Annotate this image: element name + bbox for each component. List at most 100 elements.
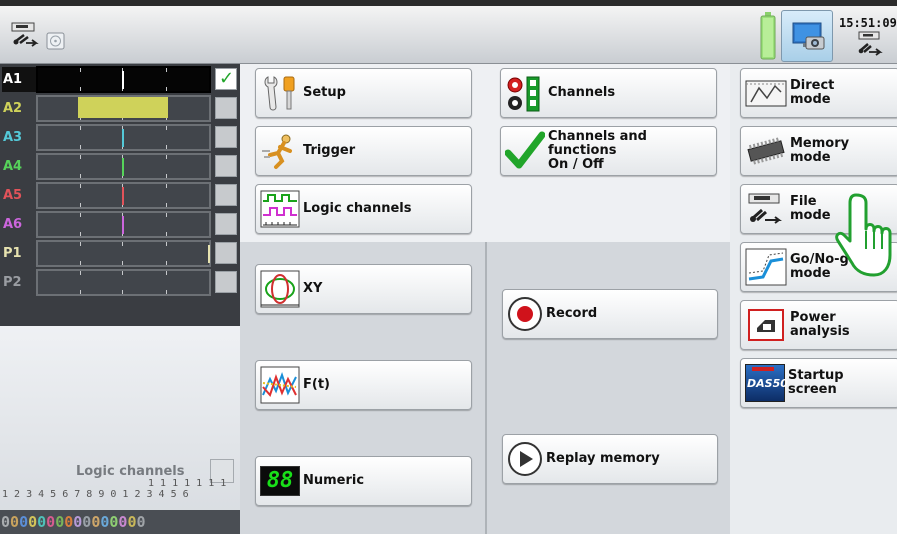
grid-tick bbox=[166, 145, 167, 149]
grid-tick bbox=[80, 203, 81, 207]
logic-bit: 0 bbox=[73, 513, 83, 531]
gonogo-icon bbox=[745, 247, 787, 287]
logic-bit: 0 bbox=[136, 513, 146, 531]
memory-chip-icon bbox=[745, 136, 787, 166]
replay-memory-button[interactable]: Replay memory bbox=[502, 434, 718, 484]
startup-line2: screen bbox=[788, 382, 837, 397]
channel-label: A4 bbox=[3, 159, 23, 174]
logic-bit: 0 bbox=[10, 513, 20, 531]
channel-checkbox[interactable] bbox=[215, 242, 237, 264]
record-button[interactable]: Record bbox=[502, 289, 718, 339]
channels-functions-line1: Channels and functions bbox=[548, 129, 647, 158]
grid-tick bbox=[166, 174, 167, 178]
power-analysis-button[interactable]: Power analysis bbox=[740, 300, 897, 350]
clock-display: 15:51:09 bbox=[839, 16, 897, 30]
numeric-digits: 88 bbox=[266, 468, 294, 493]
numeric-button[interactable]: 88 Numeric bbox=[255, 456, 472, 506]
channel-label: A2 bbox=[3, 101, 23, 116]
channel-trace[interactable] bbox=[36, 211, 211, 238]
channel-trace[interactable] bbox=[36, 66, 211, 93]
grid-tick bbox=[166, 290, 167, 294]
startup-badge: DAS50 bbox=[747, 377, 788, 390]
memory-mode-line2: mode bbox=[790, 150, 831, 165]
channel-checkbox[interactable]: ✓ bbox=[215, 68, 237, 90]
grid-tick bbox=[80, 87, 81, 91]
trigger-icon bbox=[260, 131, 300, 171]
channel-label: A6 bbox=[3, 217, 23, 232]
channel-trace[interactable] bbox=[36, 240, 211, 267]
channel-signal bbox=[122, 216, 124, 234]
channel-row-a6[interactable]: A6 bbox=[0, 209, 240, 240]
xy-button[interactable]: XY bbox=[255, 264, 472, 314]
memory-mode-button[interactable]: Memory mode bbox=[740, 126, 897, 176]
setup-button[interactable]: Setup bbox=[255, 68, 472, 118]
logic-bit: 0 bbox=[28, 513, 38, 531]
channel-trace[interactable] bbox=[36, 182, 211, 209]
channel-row-p2[interactable]: P2 bbox=[0, 267, 240, 298]
record-icon bbox=[507, 296, 543, 332]
channel-checkbox[interactable] bbox=[215, 213, 237, 235]
channel-trace[interactable] bbox=[36, 153, 211, 180]
replay-memory-label: Replay memory bbox=[546, 451, 660, 466]
grid-tick bbox=[166, 155, 167, 159]
channel-row-a1[interactable]: A1 ✓ bbox=[0, 64, 240, 95]
channel-trace[interactable] bbox=[36, 269, 211, 296]
screenshot-icon[interactable] bbox=[781, 10, 833, 62]
channel-row-a5[interactable]: A5 bbox=[0, 180, 240, 211]
grid-tick bbox=[166, 271, 167, 275]
hand-pointer-icon bbox=[834, 189, 894, 279]
grid-tick bbox=[80, 242, 81, 246]
startup-screen-icon: DAS50 bbox=[745, 364, 788, 402]
channel-checkbox[interactable] bbox=[215, 97, 237, 119]
usb-connection-icon[interactable] bbox=[855, 30, 885, 60]
channel-row-p1[interactable]: P1 bbox=[0, 238, 240, 269]
channel-signal bbox=[78, 97, 168, 118]
channel-trace[interactable] bbox=[36, 95, 211, 122]
grid-tick bbox=[166, 232, 167, 236]
startup-screen-button[interactable]: DAS50 Startup screen bbox=[740, 358, 897, 408]
channels-button[interactable]: Channels bbox=[500, 68, 717, 118]
xy-plot-icon bbox=[260, 269, 300, 309]
usb-drive-icon[interactable] bbox=[10, 19, 42, 51]
channel-row-a2[interactable]: A2 bbox=[0, 93, 240, 124]
file-mode-line2: mode bbox=[790, 208, 831, 223]
channel-label: P2 bbox=[3, 275, 22, 290]
channels-functions-button[interactable]: Channels and functions On / Off bbox=[500, 126, 717, 176]
direct-mode-button[interactable]: Direct mode bbox=[740, 68, 897, 118]
hard-disk-icon[interactable] bbox=[46, 31, 66, 51]
grid-tick bbox=[166, 203, 167, 207]
channel-checkbox[interactable] bbox=[215, 184, 237, 206]
logic-bit: 0 bbox=[1, 513, 11, 531]
logic-channels-button[interactable]: Logic channels bbox=[255, 184, 472, 234]
channel-signal bbox=[122, 187, 124, 205]
grid-tick bbox=[166, 68, 167, 72]
channel-label: A5 bbox=[3, 188, 23, 203]
grid-tick bbox=[80, 261, 81, 265]
logic-channel-numbers: 1 1 1 1 1 1 1 1 2 3 4 5 6 7 8 9 0 1 2 3 … bbox=[2, 478, 238, 504]
channel-label: P1 bbox=[3, 246, 22, 261]
grid-tick bbox=[122, 290, 123, 294]
direct-mode-label: Direct mode bbox=[790, 79, 834, 107]
trigger-label: Trigger bbox=[303, 143, 356, 158]
channel-row-a4[interactable]: A4 bbox=[0, 151, 240, 182]
channel-trace[interactable] bbox=[36, 124, 211, 151]
grid-tick bbox=[166, 213, 167, 217]
direct-mode-line2: mode bbox=[790, 92, 831, 107]
channel-row-a3[interactable]: A3 bbox=[0, 122, 240, 153]
channel-checkbox[interactable] bbox=[215, 271, 237, 293]
ft-label: F(t) bbox=[303, 377, 330, 392]
grid-tick bbox=[80, 145, 81, 149]
startup-line1: Startup bbox=[788, 368, 844, 383]
ft-button[interactable]: F(t) bbox=[255, 360, 472, 410]
channel-signal bbox=[122, 158, 124, 176]
logic-channels-label: Logic channels bbox=[76, 464, 185, 479]
grid-tick bbox=[122, 271, 123, 275]
channel-checkbox[interactable] bbox=[215, 155, 237, 177]
grid-tick bbox=[166, 87, 167, 91]
record-label: Record bbox=[546, 306, 598, 321]
grid-tick bbox=[80, 184, 81, 188]
grid-tick bbox=[166, 242, 167, 246]
grid-tick bbox=[80, 232, 81, 236]
channel-checkbox[interactable] bbox=[215, 126, 237, 148]
trigger-button[interactable]: Trigger bbox=[255, 126, 472, 176]
